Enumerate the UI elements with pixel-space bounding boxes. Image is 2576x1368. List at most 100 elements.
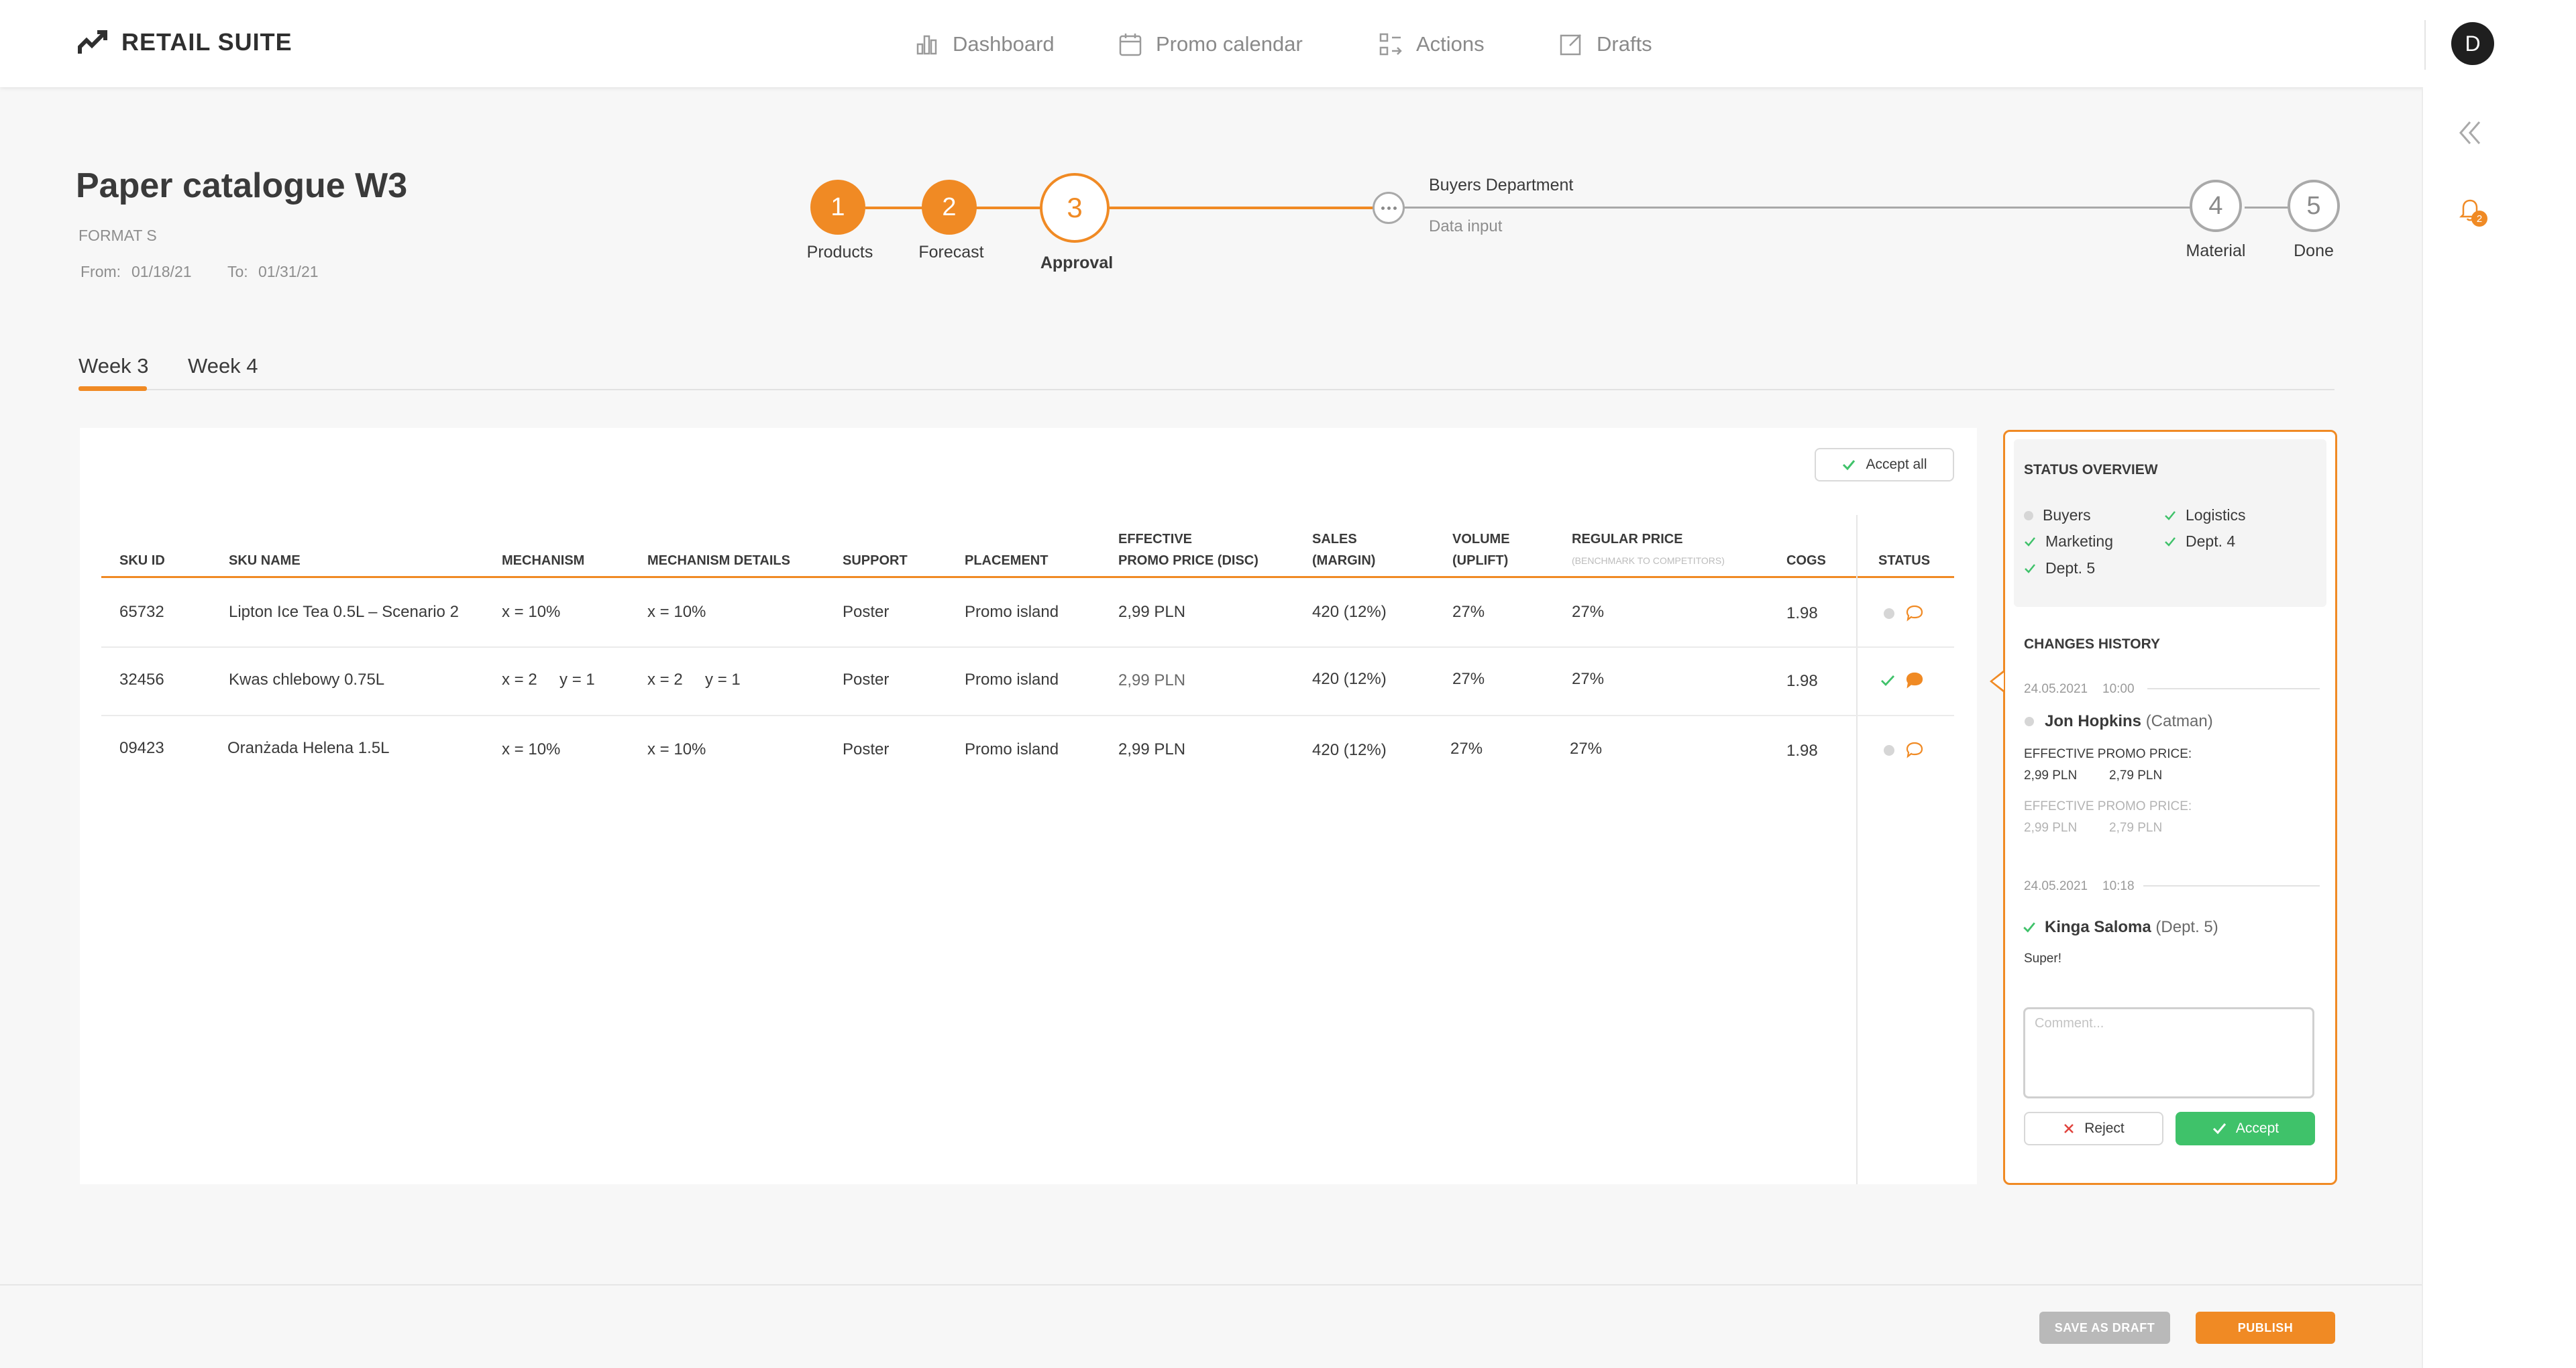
save-as-draft-button[interactable]: SAVE AS DRAFT: [2039, 1312, 2170, 1344]
col-header-volume-line1: VOLUME: [1452, 532, 1510, 547]
check-icon: [2023, 922, 2035, 933]
row-3-support: Poster: [843, 740, 890, 758]
row-2-cogs: 1.98: [1786, 672, 1818, 690]
row-1-cogs: 1.98: [1786, 604, 1818, 622]
nav-promo-calendar-label: Promo calendar: [1156, 32, 1303, 56]
step-5-circle[interactable]: 5: [2288, 180, 2340, 232]
date-to-value: 01/31/21: [258, 263, 319, 280]
notifications-button[interactable]: 2: [2457, 196, 2490, 229]
accept-button[interactable]: Accept: [2176, 1112, 2315, 1145]
check-icon: [1881, 675, 1895, 687]
status-item-marketing: Marketing: [2024, 532, 2113, 551]
user-avatar[interactable]: D: [2451, 22, 2494, 65]
col-header-effective-price-line1: EFFECTIVE: [1118, 532, 1193, 547]
stepper-line-remaining: [1402, 207, 2191, 209]
tab-week-4[interactable]: Week 4: [188, 354, 258, 378]
nav-dashboard[interactable]: Dashboard: [914, 31, 1055, 58]
step-3-label: Approval: [1040, 253, 1114, 272]
col-header-sku-id: SKU ID: [119, 553, 165, 568]
col-header-support: SUPPORT: [843, 553, 908, 568]
status-item-label: Buyers: [2043, 506, 2091, 524]
substep-more-icon[interactable]: [1373, 192, 1405, 224]
reject-label: Reject: [2084, 1121, 2125, 1136]
row-3-promo-price: 2,99 PLN: [1118, 740, 1186, 758]
check-icon: [1843, 460, 1856, 471]
logo-icon: [78, 30, 107, 54]
row-1-placement: Promo island: [965, 603, 1059, 621]
nav-promo-calendar[interactable]: Promo calendar: [1117, 31, 1303, 58]
row-2-regular-price: 27%: [1572, 670, 1605, 688]
status-item-dept-4: Dept. 4: [2164, 532, 2235, 551]
app-logo[interactable]: RETAIL SUITE: [77, 28, 292, 56]
stepper-line-end: [2245, 207, 2294, 209]
history-1-name: Jon Hopkins: [2045, 712, 2142, 730]
pending-dot-icon: [2025, 717, 2034, 726]
status-overview-title: STATUS OVERVIEW: [2024, 462, 2158, 477]
row-1-promo-price: 2,99 PLN: [1118, 603, 1186, 621]
history-1-change-label-faded: EFFECTIVE PROMO PRICE:: [2024, 799, 2192, 813]
col-header-effective-price-line2: PROMO PRICE (DISC): [1118, 553, 1258, 568]
notification-badge: 2: [2471, 211, 2487, 227]
app-brand-name: RETAIL SUITE: [121, 28, 292, 56]
date-from-label: From:: [80, 263, 121, 280]
status-item-label: Logistics: [2186, 506, 2246, 524]
history-2-role: (Dept. 5): [2155, 918, 2218, 936]
col-header-cogs: COGS: [1786, 553, 1826, 568]
row-3-placement: Promo island: [965, 740, 1059, 758]
calendar-icon: [1119, 34, 1142, 56]
substep-title: Buyers Department: [1429, 176, 1574, 194]
row-2-sku-name: Kwas chlebowy 0.75L: [229, 671, 385, 689]
comment-filled-icon[interactable]: [1905, 671, 1924, 689]
panel-pointer-inner: [1992, 673, 2004, 690]
comment-icon[interactable]: [1905, 740, 1924, 759]
row-1-mechanism: x = 10%: [502, 603, 561, 621]
step-3-circle[interactable]: 3: [1040, 173, 1110, 243]
history-2-comment: Super!: [2024, 952, 2061, 966]
step-5-label: Done: [2294, 241, 2334, 260]
col-header-regular-price-sub: (BENCHMARK TO COMPETITORS): [1572, 555, 1725, 566]
nav-drafts-label: Drafts: [1597, 32, 1652, 56]
date-from-value: 01/18/21: [131, 263, 192, 280]
nav-drafts[interactable]: Drafts: [1558, 31, 1652, 58]
col-header-sales-line2: (MARGIN): [1312, 553, 1376, 568]
history-2-date: 24.05.2021: [2024, 879, 2088, 893]
tabs-underline: [78, 389, 2334, 390]
history-1-role: (Catman): [2145, 712, 2213, 730]
reject-button[interactable]: Reject: [2024, 1112, 2163, 1145]
status-item-logistics: Logistics: [2164, 506, 2245, 524]
history-divider: [2147, 688, 2320, 689]
page-title: Paper catalogue W3: [76, 166, 408, 205]
date-to-label: To:: [227, 263, 248, 280]
history-2-author: Kinga Saloma (Dept. 5): [2045, 918, 2218, 937]
accept-all-label: Accept all: [1866, 457, 1927, 472]
row-3-cogs: 1.98: [1786, 742, 1818, 760]
row-3-mechanism-details: x = 10%: [647, 740, 706, 758]
accept-all-button[interactable]: Accept all: [1815, 448, 1954, 481]
col-header-effective-price: EFFECTIVE PROMO PRICE (DISC): [1118, 528, 1258, 571]
row-1-regular-price: 27%: [1572, 603, 1605, 621]
footer-divider: [0, 1284, 2422, 1286]
col-header-placement: PLACEMENT: [965, 553, 1049, 568]
topbar-divider: [2424, 20, 2426, 70]
row-3-volume: 27%: [1450, 740, 1483, 758]
col-header-mechanism-details: MECHANISM DETAILS: [647, 553, 790, 568]
collapse-panel-icon[interactable]: [2455, 118, 2485, 148]
row-1-volume: 27%: [1452, 603, 1485, 621]
publish-button[interactable]: PUBLISH: [2196, 1312, 2335, 1344]
row-2-support: Poster: [843, 671, 890, 689]
nav-actions[interactable]: Actions: [1377, 31, 1485, 58]
step-2-circle[interactable]: 2: [922, 180, 977, 235]
comment-input[interactable]: [2023, 1007, 2314, 1098]
status-item-label: Dept. 4: [2186, 532, 2236, 550]
right-rail: [2422, 87, 2576, 1368]
row-2-mechanism: x = 2 y = 1: [502, 671, 595, 689]
row-1-sku-name: Lipton Ice Tea 0.5L – Scenario 2: [229, 603, 459, 621]
tab-week-3[interactable]: Week 3: [78, 354, 149, 378]
step-4-circle[interactable]: 4: [2190, 180, 2242, 232]
step-1-circle[interactable]: 1: [810, 180, 865, 235]
row-1-support: Poster: [843, 603, 890, 621]
col-header-mechanism: MECHANISM: [502, 553, 585, 568]
history-1-change-label: EFFECTIVE PROMO PRICE:: [2024, 747, 2192, 761]
comment-icon[interactable]: [1905, 604, 1924, 622]
history-1-old-value-faded: 2,99 PLN: [2024, 821, 2078, 835]
